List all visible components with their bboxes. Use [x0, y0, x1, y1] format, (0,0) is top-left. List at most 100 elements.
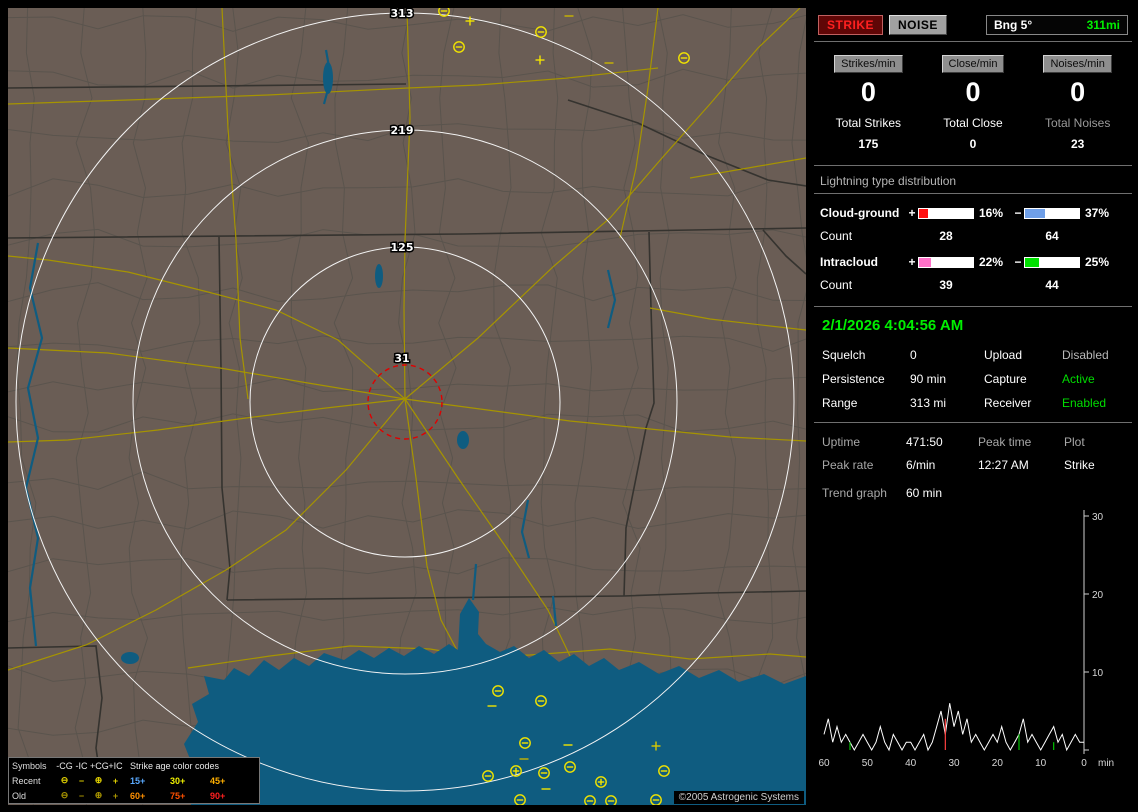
- peak-time-label: Peak time: [978, 435, 1032, 449]
- nexstorm-app: 313 219 125 31 Symbols -CG -IC +CG +IC Stri…: [0, 0, 1138, 812]
- trend-graph-header: Trend graph 60 min: [814, 472, 1132, 504]
- counter-close-per-min: Close/min 0: [921, 54, 1026, 108]
- minus-icon: −: [78, 775, 85, 786]
- age-code: 15+: [130, 775, 146, 786]
- cloud-ground-row: Cloud-ground + 16% − 37%: [814, 194, 1132, 220]
- peak-time-value: 12:27 AM: [978, 458, 1029, 472]
- rate-counters: Strikes/min 0 Close/min 0 Noises/min 0: [814, 42, 1132, 108]
- legend-col-pos-ic: +IC: [108, 760, 123, 771]
- svg-text:30: 30: [1092, 512, 1104, 523]
- plot-label: Plot: [1064, 435, 1085, 449]
- strikes-per-min-label[interactable]: Strikes/min: [834, 55, 903, 73]
- minus-sign: −: [1014, 206, 1022, 220]
- minus-icon: −: [78, 790, 85, 801]
- trend-chart: 30 20 10 60 50 40 30 20 10 0 min: [818, 510, 1114, 769]
- sidebar: STRIKE NOISE Bng 5° 311mi Strikes/min 0 …: [814, 8, 1132, 804]
- setting-range-value: 313 mi: [910, 396, 947, 410]
- uptime-value: 471:50: [906, 435, 943, 449]
- strikes-per-min-value: 0: [860, 77, 876, 107]
- distribution-title: Lightning type distribution: [814, 166, 1132, 194]
- cg-positive-bar: [918, 207, 974, 219]
- svg-text:10: 10: [1092, 668, 1104, 679]
- status-panel: Uptime 471:50 Peak time Plot Peak rate 6…: [814, 423, 1132, 472]
- setting-upload-status: Disabled: [1062, 348, 1109, 362]
- noise-mode-button[interactable]: NOISE: [889, 15, 947, 35]
- setting-receiver-status: Enabled: [1062, 396, 1107, 410]
- age-code: 30+: [170, 775, 186, 786]
- bearing-distance: 311mi: [1086, 18, 1120, 32]
- cg-negative-pct: 37%: [1085, 206, 1110, 220]
- close-per-min-label[interactable]: Close/min: [941, 55, 1005, 73]
- minus-sign: −: [1014, 255, 1022, 269]
- total-noises-label: Total Noises: [1044, 116, 1111, 130]
- total-close-value: 0: [969, 137, 977, 151]
- circle-plus-icon: ⊕: [94, 775, 103, 785]
- peak-rate-value: 6/min: [906, 458, 936, 472]
- total-close: Total Close 0: [921, 116, 1026, 151]
- trend-graph-label: Trend graph: [822, 486, 887, 500]
- settings-panel: Squelch 0 Upload Disabled Persistence 90…: [814, 336, 1132, 422]
- total-strikes-value: 175: [858, 137, 879, 151]
- circle-minus-icon: ⊖: [60, 790, 69, 800]
- legend-recent-row: Recent ⊖ − ⊕ + 15+ 30+ 45+: [9, 773, 259, 788]
- counter-strikes-per-min: Strikes/min 0: [816, 54, 921, 108]
- ic-positive-count: 39: [939, 278, 953, 292]
- trend-graph-panel: 30 20 10 60 50 40 30 20 10 0 min: [814, 504, 1132, 774]
- cg-negative-bar: [1024, 207, 1080, 219]
- legend-old-label: Old: [12, 790, 27, 801]
- ic-positive-pct: 22%: [979, 255, 1004, 269]
- total-strikes: Total Strikes 175: [816, 116, 921, 151]
- totals: Total Strikes 175 Total Close 0 Total No…: [814, 108, 1132, 165]
- total-close-label: Total Close: [943, 116, 1003, 130]
- svg-text:0: 0: [1081, 758, 1087, 769]
- setting-receiver-label: Receiver: [984, 396, 1032, 410]
- plus-sign: +: [908, 255, 916, 269]
- range-ring-label: 31: [394, 352, 409, 365]
- counter-noises-per-min: Noises/min 0: [1025, 54, 1130, 108]
- cg-positive-pct: 16%: [979, 206, 1004, 220]
- total-noises-value: 23: [1070, 137, 1085, 151]
- noises-per-min-label[interactable]: Noises/min: [1043, 55, 1112, 73]
- legend-recent-label: Recent: [12, 775, 41, 786]
- map-canvas: 313 219 125 31: [8, 8, 806, 805]
- range-ring-label: 313: [391, 8, 414, 20]
- bearing-readout: Bng 5° 311mi: [986, 15, 1128, 35]
- map-legend: Symbols -CG -IC +CG +IC Strike age color…: [8, 757, 260, 804]
- cloud-ground-count-row: Count 28 64: [814, 220, 1132, 243]
- ic-negative-bar: [1024, 256, 1080, 268]
- plus-icon: +: [112, 775, 119, 786]
- plus-sign: +: [908, 206, 916, 220]
- copyright-text: ©2005 Astrogenic Systems: [673, 791, 804, 804]
- strike-map[interactable]: 313 219 125 31 Symbols -CG -IC +CG +IC Stri…: [8, 8, 806, 805]
- intracloud-label: Intracloud: [820, 255, 879, 269]
- cg-negative-count: 64: [1045, 229, 1059, 243]
- total-strikes-label: Total Strikes: [835, 116, 901, 130]
- legend-col-neg-cg: -CG: [56, 760, 73, 771]
- legend-header-row: Symbols -CG -IC +CG +IC Strike age color…: [9, 758, 259, 773]
- plus-icon: +: [112, 790, 119, 801]
- datetime-display: 2/1/2026 4:04:56 AM: [822, 317, 964, 334]
- trend-graph-window: 60 min: [906, 486, 943, 500]
- age-code: 45+: [210, 775, 226, 786]
- setting-persistence-label: Persistence: [822, 372, 885, 386]
- svg-text:20: 20: [992, 758, 1004, 769]
- svg-text:40: 40: [905, 758, 917, 769]
- legend-symbols-label: Symbols: [12, 760, 47, 771]
- ic-positive-bar: [918, 256, 974, 268]
- strike-mode-button[interactable]: STRIKE: [818, 15, 884, 35]
- bearing-label: Bng 5°: [994, 18, 1033, 32]
- svg-text:20: 20: [1092, 590, 1104, 601]
- svg-text:60: 60: [818, 758, 830, 769]
- age-code: 75+: [170, 790, 186, 801]
- cg-positive-count: 28: [939, 229, 953, 243]
- age-code: 60+: [130, 790, 146, 801]
- intracloud-row: Intracloud + 22% − 25%: [814, 243, 1132, 269]
- setting-squelch-value: 0: [910, 348, 917, 362]
- svg-text:min: min: [1098, 758, 1114, 769]
- noises-per-min-value: 0: [1070, 77, 1086, 107]
- total-noises: Total Noises 23: [1025, 116, 1130, 151]
- range-ring-label: 125: [391, 241, 414, 254]
- svg-text:50: 50: [862, 758, 874, 769]
- legend-col-pos-cg: +CG: [90, 760, 109, 771]
- count-label: Count: [820, 278, 853, 292]
